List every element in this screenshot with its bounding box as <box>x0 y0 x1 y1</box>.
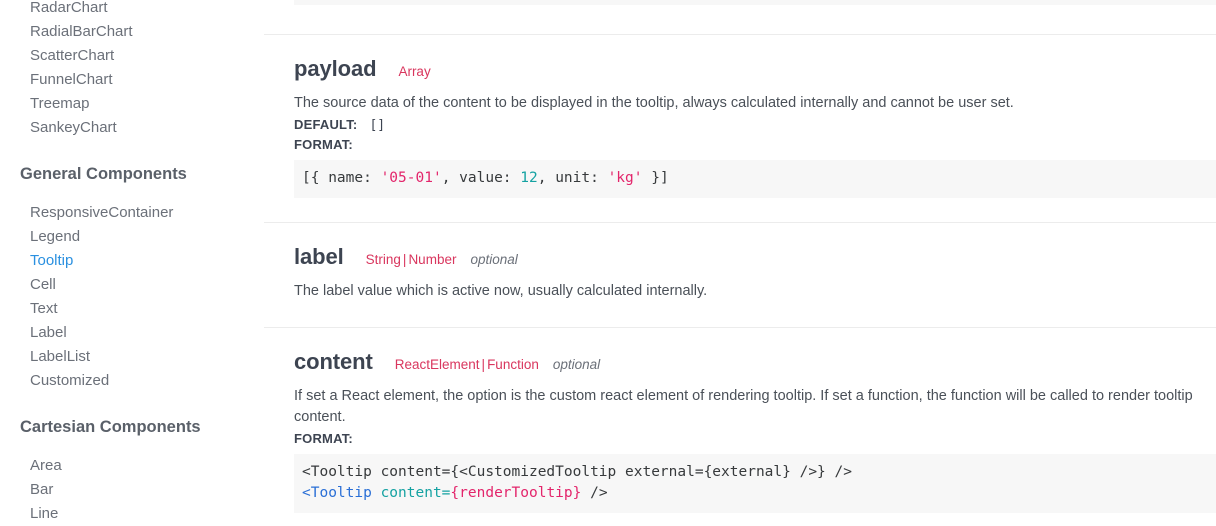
sidebar-item-radialbarchart[interactable]: RadialBarChart <box>0 20 264 44</box>
property-type-token: String <box>365 252 401 267</box>
api-properties-panel: payload Array The source data of the conte… <box>264 0 1216 526</box>
default-label: DEFAULT: <box>294 117 358 132</box>
property-type-token: Array <box>398 64 431 79</box>
property-optional-flag: optional <box>470 252 518 267</box>
sidebar-item-area[interactable]: Area <box>0 454 264 478</box>
sidebar-heading-gap <box>0 186 264 201</box>
sidebar-item-customized[interactable]: Customized <box>0 369 264 393</box>
sidebar-item-funnelchart[interactable]: FunnelChart <box>0 68 264 92</box>
property-format-row: FORMAT: <box>264 429 1216 448</box>
property-header: content ReactElement | Function optional <box>264 348 1216 383</box>
format-label: FORMAT: <box>294 431 353 446</box>
sidebar-item-legend[interactable]: Legend <box>0 225 264 249</box>
property-name: label <box>294 244 344 269</box>
code-token-attr: content= <box>380 485 451 501</box>
sidebar-item-responsivecontainer[interactable]: ResponsiveContainer <box>0 201 264 225</box>
code-token-plain: }] <box>642 170 669 186</box>
code-line: <Tooltip content={renderTooltip} /> <box>302 483 1216 504</box>
code-token-plain: , unit: <box>537 170 608 186</box>
sidebar-item-tooltip[interactable]: Tooltip <box>0 249 264 273</box>
property-type: String | Number <box>366 246 457 274</box>
properties-list: payload Array The source data of the conte… <box>264 35 1216 526</box>
property-description: If set a React element, the option is th… <box>294 388 1193 425</box>
property-type-token: Function <box>487 357 539 372</box>
property-label: label String | Number optional The label valu… <box>264 223 1216 327</box>
sidebar-navigation[interactable]: RadarChart RadialBarChart ScatterChart Funn… <box>0 0 264 526</box>
code-line: [{ name: '05-01', value: 12, unit: 'kg' … <box>302 168 1216 189</box>
property-description: The source data of the content to be dis… <box>294 95 1014 111</box>
sidebar-list: RadarChart RadialBarChart ScatterChart Funn… <box>0 0 264 526</box>
code-token-str: 'kg' <box>607 170 643 186</box>
code-block: <Tooltip content={<CustomizedTooltip ext… <box>294 454 1216 513</box>
sidebar-item-scatterchart[interactable]: ScatterChart <box>0 44 264 68</box>
sidebar-item-text[interactable]: Text <box>0 297 264 321</box>
sidebar-item-radarchart[interactable]: RadarChart <box>0 0 264 20</box>
examples-label: Examples: <box>264 513 1216 526</box>
code-token-plain: , value: <box>441 170 521 186</box>
property-type-token: ReactElement <box>394 357 480 372</box>
code-line: <Tooltip content={<CustomizedTooltip ext… <box>302 462 1216 483</box>
sidebar-item-bar[interactable]: Bar <box>0 478 264 502</box>
sidebar-item-sankeychart[interactable]: SankeyChart <box>0 116 264 140</box>
sidebar-item-labellist[interactable]: LabelList <box>0 345 264 369</box>
property-header: label String | Number optional <box>264 243 1216 278</box>
sidebar-heading-cartesian-components: Cartesian Components <box>20 418 201 436</box>
property-type-token: Number <box>408 252 457 267</box>
property-name: payload <box>294 56 377 81</box>
sidebar-item-cell[interactable]: Cell <box>0 273 264 297</box>
block-bottom-pad <box>264 303 1216 323</box>
block-bottom-pad <box>264 198 1216 218</box>
code-token-plain: /> <box>581 485 608 501</box>
sidebar-item-treemap[interactable]: Treemap <box>0 92 264 116</box>
documentation-page: RadarChart RadialBarChart ScatterChart Funn… <box>0 0 1216 526</box>
property-type: Array <box>398 58 430 86</box>
code-block: [{ name: '05-01', value: 12, unit: 'kg' … <box>294 160 1216 198</box>
code-token-tag: <Tooltip <box>302 485 372 501</box>
format-label: FORMAT: <box>294 137 353 152</box>
property-format-row: FORMAT: <box>264 135 1216 154</box>
code-token-str: '05-01' <box>380 170 442 186</box>
property-description: The label value which is active now, usu… <box>294 283 708 299</box>
code-token-expr: {renderTooltip} <box>450 485 582 501</box>
sidebar-item-label[interactable]: Label <box>0 321 264 345</box>
sidebar-heading-general-components: General Components <box>20 165 187 183</box>
property-header: payload Array <box>264 55 1216 90</box>
property-default-row: DEFAULT: [] <box>264 115 1216 135</box>
code-token-plain: [{ name: <box>302 170 381 186</box>
property-optional-flag: optional <box>552 357 601 372</box>
sidebar-heading-gap <box>0 439 264 454</box>
top-spacer <box>264 5 1216 34</box>
property-payload: payload Array The source data of the conte… <box>264 35 1216 222</box>
code-token-num: 12 <box>520 170 538 186</box>
code-token-plain: <Tooltip content={<CustomizedTooltip ext… <box>302 464 852 480</box>
property-type: ReactElement | Function <box>395 351 539 379</box>
type-separator: | <box>481 357 486 372</box>
sidebar-item-line[interactable]: Line <box>0 502 264 526</box>
default-value: [] <box>369 118 386 133</box>
property-name: content <box>294 349 373 374</box>
property-content: content ReactElement | Function optional If s… <box>264 328 1216 526</box>
